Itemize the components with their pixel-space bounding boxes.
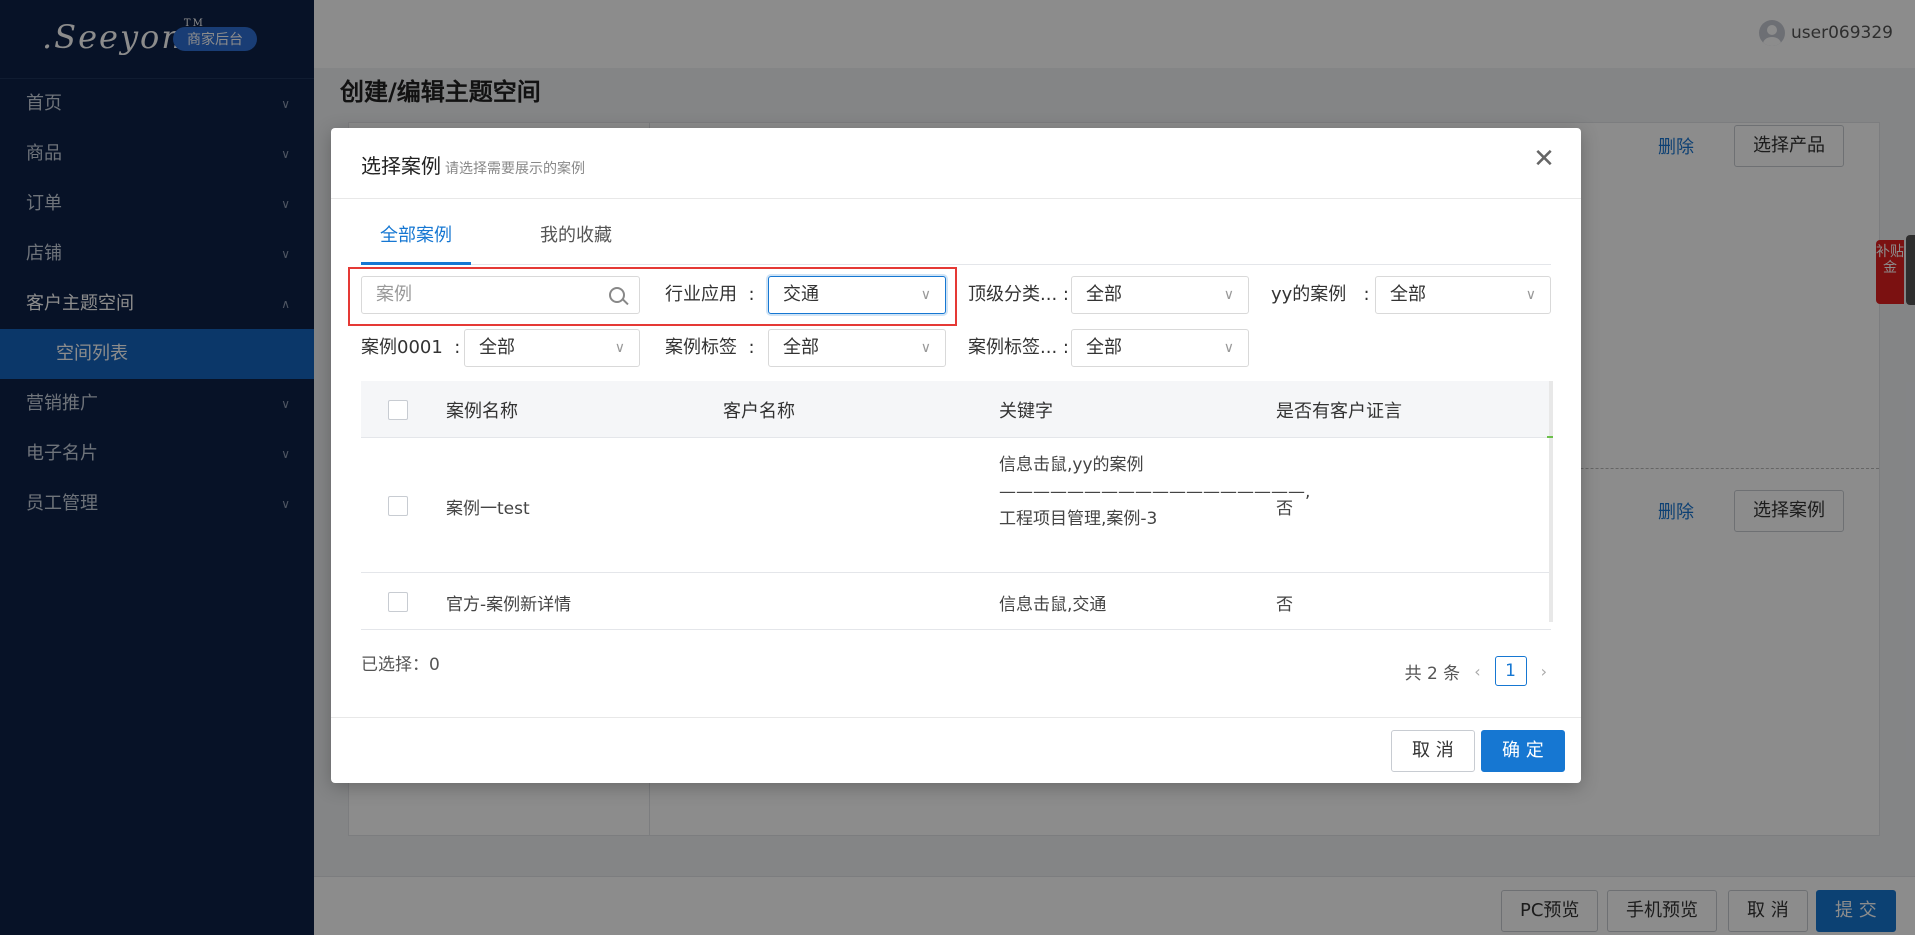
case-tag2-select[interactable]: 全部 ∨ xyxy=(1071,329,1249,367)
row-checkbox[interactable] xyxy=(388,496,408,516)
modal-subtitle: 请选择需要展示的案例 xyxy=(445,161,585,177)
search-icon xyxy=(609,287,625,303)
chevron-down-icon: ∨ xyxy=(920,287,931,303)
tab-all-cases[interactable]: 全部案例 xyxy=(361,222,471,265)
close-icon[interactable]: ✕ xyxy=(1529,144,1559,174)
modal-footer: 取 消 确 定 xyxy=(331,717,1581,783)
total-count: 共 2 条 xyxy=(1404,663,1461,684)
next-page-icon[interactable]: › xyxy=(1541,662,1547,681)
case0001-select[interactable]: 全部 ∨ xyxy=(464,329,640,367)
case-name-cell: 案例一test xyxy=(446,499,530,519)
industry-filter-label: 行业应用 : xyxy=(665,284,755,305)
chevron-down-icon: ∨ xyxy=(614,340,625,356)
column-header-keywords: 关键字 xyxy=(999,401,1053,422)
modal-title: 选择案例 请选择需要展示的案例 xyxy=(361,154,585,178)
chevron-down-icon: ∨ xyxy=(1525,287,1536,303)
column-header-case-name: 案例名称 xyxy=(446,401,518,422)
top-category-filter-label: 顶级分类... : xyxy=(968,284,1069,305)
table-row[interactable]: 官方-案例新详情 信息击鼠,交通 否 xyxy=(361,573,1551,630)
tab-my-favorites[interactable]: 我的收藏 xyxy=(526,222,626,262)
modal-header: 选择案例 请选择需要展示的案例 ✕ xyxy=(331,128,1581,199)
table-scrollbar[interactable] xyxy=(1549,381,1553,622)
chevron-down-icon: ∨ xyxy=(1223,287,1234,303)
prev-page-icon[interactable]: ‹ xyxy=(1474,662,1480,681)
select-all-checkbox[interactable] xyxy=(388,400,408,420)
pagination: 共 2 条 ‹ 1 › xyxy=(1405,656,1547,686)
page-number[interactable]: 1 xyxy=(1494,656,1527,686)
testimonial-cell: 否 xyxy=(1276,595,1293,615)
chevron-down-icon: ∨ xyxy=(1223,340,1234,356)
case-table: 案例名称 客户名称 关键字 是否有客户证言 案例一test 信息击鼠,yy的案例… xyxy=(361,381,1551,630)
case-name-cell: 官方-案例新详情 xyxy=(446,595,572,615)
select-case-modal: 选择案例 请选择需要展示的案例 ✕ 全部案例 我的收藏 案例 行业应用 : 交通 ∨… xyxy=(331,128,1581,783)
keywords-cell: 信息击鼠,yy的案例——————————————————,工程项目管理,案例-3 xyxy=(999,455,1311,529)
top-category-select[interactable]: 全部 ∨ xyxy=(1071,276,1249,314)
case-tag2-filter-label: 案例标签... : xyxy=(968,337,1069,358)
chevron-down-icon: ∨ xyxy=(920,340,931,356)
row-checkbox[interactable] xyxy=(388,592,408,612)
yy-case-select[interactable]: 全部 ∨ xyxy=(1375,276,1551,314)
keywords-cell: 信息击鼠,交通 xyxy=(999,595,1107,615)
scroll-indicator xyxy=(1547,436,1553,438)
modal-confirm-button[interactable]: 确 定 xyxy=(1481,730,1565,772)
modal-cancel-button[interactable]: 取 消 xyxy=(1391,730,1475,772)
industry-select[interactable]: 交通 ∨ xyxy=(768,276,946,314)
table-row[interactable]: 案例一test 信息击鼠,yy的案例——————————————————,工程项… xyxy=(361,438,1551,573)
case-tag-filter-label: 案例标签 : xyxy=(665,337,755,358)
column-header-customer-name: 客户名称 xyxy=(723,401,795,422)
column-header-testimonial: 是否有客户证言 xyxy=(1276,401,1402,422)
table-header: 案例名称 客户名称 关键字 是否有客户证言 xyxy=(361,381,1551,438)
modal-tabs: 全部案例 我的收藏 xyxy=(361,222,1551,265)
case0001-filter-label: 案例0001 : xyxy=(361,337,461,358)
yy-case-filter-label: yy的案例 : xyxy=(1271,284,1370,305)
selected-count: 已选择：0 xyxy=(361,655,440,675)
search-input[interactable]: 案例 xyxy=(361,276,640,314)
case-tag-select[interactable]: 全部 ∨ xyxy=(768,329,946,367)
testimonial-cell: 否 xyxy=(1276,499,1293,519)
